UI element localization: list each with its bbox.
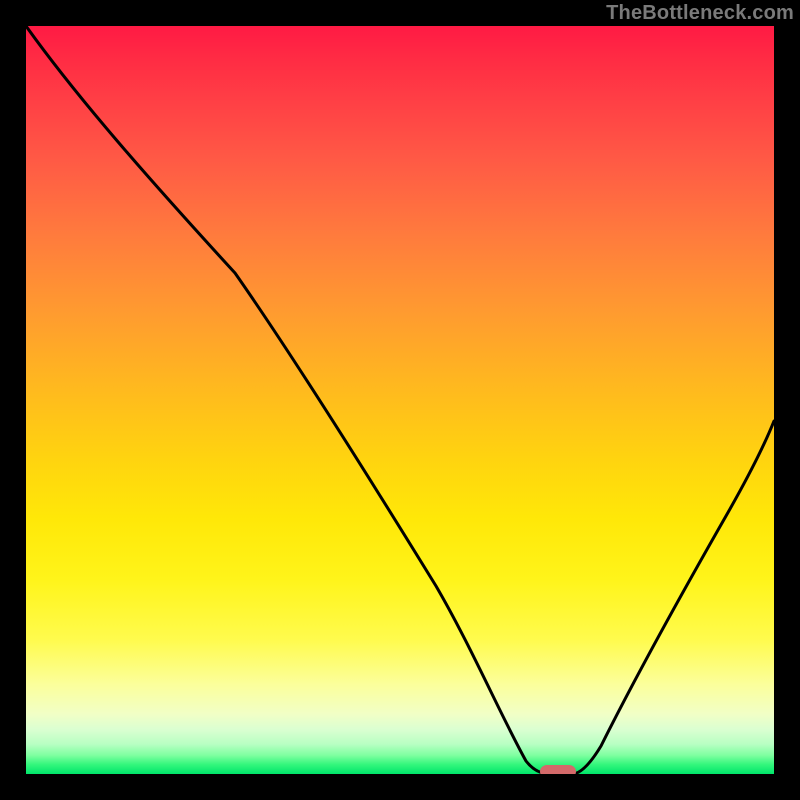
bottleneck-curve (26, 26, 774, 774)
optimal-marker (540, 765, 576, 774)
curve-layer (26, 26, 774, 774)
watermark-text: TheBottleneck.com (606, 2, 794, 25)
chart-container: TheBottleneck.com (0, 0, 800, 800)
plot-area (26, 26, 774, 774)
